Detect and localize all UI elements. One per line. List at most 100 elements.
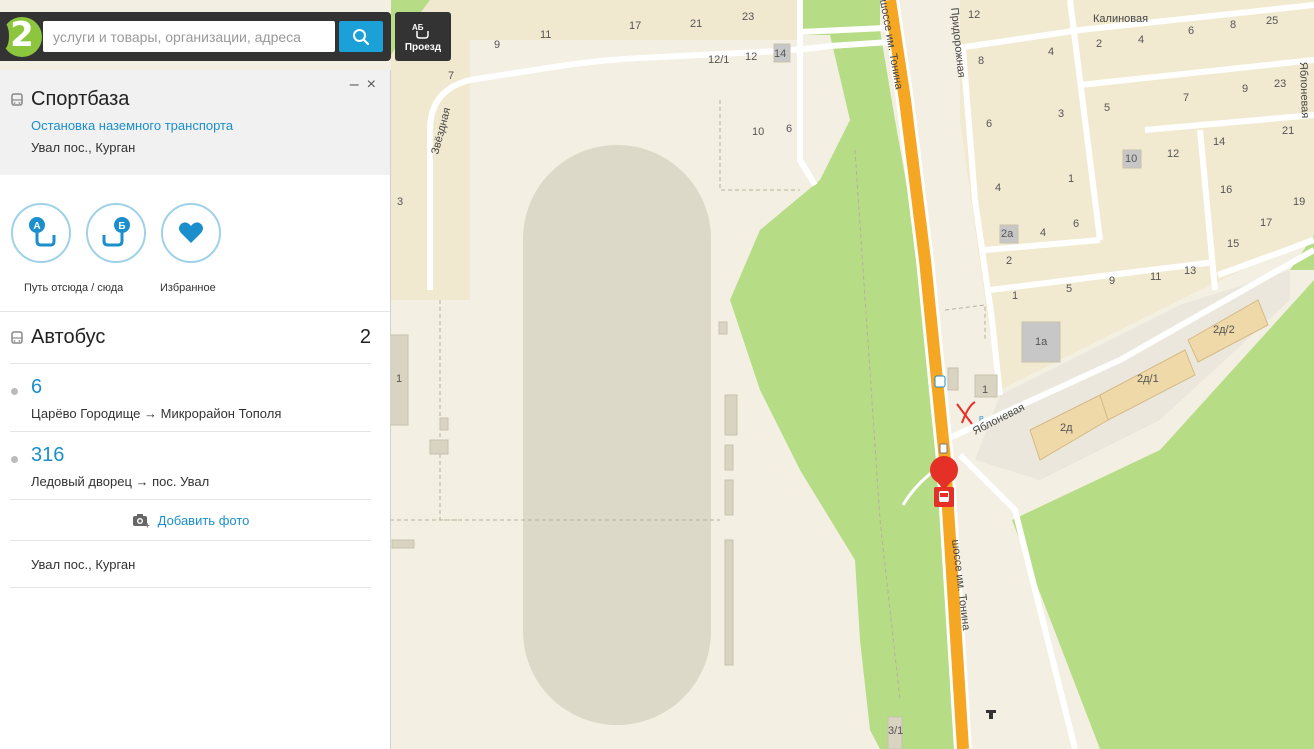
house-number: 8 — [978, 55, 984, 67]
house-number: 4 — [1138, 34, 1144, 46]
house-number: 23 — [1274, 78, 1286, 90]
house-number: 11 — [540, 29, 551, 41]
route-item[interactable]: 6 Царёво Городище → Микрорайон Тополя — [10, 364, 371, 432]
house-number: 2д — [1060, 422, 1073, 434]
house-number: 9 — [494, 39, 500, 51]
house-number: 8 — [1230, 19, 1236, 31]
house-number: 6 — [1073, 218, 1079, 230]
house-number: 10 — [752, 126, 764, 138]
bus-stop-icon[interactable] — [934, 375, 946, 388]
house-number: 9 — [1242, 83, 1248, 95]
house-number: 3 — [397, 196, 403, 208]
house-number: 1 — [1068, 173, 1074, 185]
route-direction: Ледовый дворец → пос. Увал — [31, 474, 210, 489]
house-number: 2д/1 — [1137, 373, 1159, 385]
house-number: 2 — [1096, 38, 1102, 50]
route-number-link[interactable]: 6 — [31, 376, 42, 399]
house-number: 16 — [1220, 184, 1232, 196]
transport-type-label: Автобус — [31, 326, 106, 348]
route-number-link[interactable]: 316 — [31, 444, 64, 467]
favorites-label: Избранное — [160, 282, 216, 294]
info-panel: – × Спортбаза Остановка наземного трансп… — [0, 70, 391, 749]
bus-icon — [11, 92, 23, 106]
svg-text:Б: Б — [118, 221, 125, 232]
house-number: 14 — [774, 48, 786, 60]
route-label: Путь отсюда / сюда — [24, 282, 124, 294]
house-number: 12 — [968, 9, 980, 21]
stadium-track — [523, 145, 711, 725]
street-label-kalinovaya: Калиновая — [1093, 13, 1148, 25]
house-number: 21 — [690, 18, 702, 30]
house-number: 4 — [1040, 227, 1046, 239]
parking-icon: P — [979, 416, 984, 423]
house-number: 1 — [982, 384, 988, 396]
house-number: 2а — [1001, 228, 1014, 240]
house-number: 2д/2 — [1213, 324, 1235, 336]
logo-2gis[interactable]: 2 — [0, 15, 42, 57]
bullet-icon — [11, 388, 18, 395]
house-number: 5 — [1066, 283, 1072, 295]
close-button[interactable]: × — [367, 76, 376, 94]
app-root: 9 11 17 21 23 12/1 12 14 10 6 7 3 1 12 8… — [0, 0, 1314, 749]
add-photo-button[interactable]: + Добавить фото — [10, 500, 371, 541]
house-number: 1 — [396, 373, 402, 385]
route-item[interactable]: 316 Ледовый дворец → пос. Увал — [10, 432, 371, 500]
house-number: 15 — [1227, 238, 1239, 250]
house-number: 6 — [986, 118, 992, 130]
route-to-icon: Б — [102, 217, 130, 247]
page-title: Спортбаза — [31, 88, 130, 110]
svg-text:+: + — [145, 521, 150, 528]
bullet-icon — [11, 456, 18, 463]
footer-address-row: Увал пос., Курган — [10, 541, 371, 588]
actions-section: А Б Путь отсюда / сюда Избранное — [0, 175, 390, 312]
house-number: 12 — [1167, 148, 1179, 160]
stop-address: Увал пос., Курган — [31, 140, 136, 155]
add-photo-label: Добавить фото — [157, 512, 250, 528]
house-number: 3 — [1058, 108, 1064, 120]
house-number: 1а — [1035, 336, 1048, 348]
search-button[interactable] — [339, 21, 383, 52]
house-number: 12/1 — [708, 54, 729, 66]
logo-text: 2 — [10, 15, 34, 55]
search-bar: 2 — [0, 12, 391, 61]
house-number: 6 — [786, 123, 792, 135]
route-to-button[interactable]: Б — [86, 203, 146, 263]
stop-type-link[interactable]: Остановка наземного транспорта — [31, 118, 380, 133]
house-number: 4 — [995, 182, 1001, 194]
house-number: 5 — [1104, 102, 1110, 114]
route-ab-icon: АБ — [412, 23, 429, 39]
street-label-yablonevaya-top: Яблоневая — [1297, 62, 1311, 119]
house-number: 17 — [1260, 217, 1272, 229]
panel-header: – × Спортбаза Остановка наземного трансп… — [0, 70, 390, 175]
route-direction: Царёво Городище → Микрорайон Тополя — [31, 406, 282, 421]
svg-text:А: А — [33, 221, 40, 232]
house-number: 23 — [742, 11, 754, 23]
favorites-button[interactable] — [161, 203, 221, 263]
house-number: 1 — [1012, 290, 1018, 302]
route-button-label: Проезд — [404, 41, 442, 53]
house-number: 2 — [1006, 255, 1012, 267]
panel-controls: – × — [350, 76, 376, 94]
house-number: 7 — [448, 70, 454, 82]
house-number: 10 — [1125, 153, 1137, 165]
route-from-button[interactable]: А — [11, 203, 71, 263]
camera-icon: + — [132, 513, 150, 528]
transport-header: Автобус 2 — [10, 312, 371, 364]
house-number: 14 — [1213, 136, 1225, 148]
house-number: 11 — [1150, 271, 1161, 283]
house-number: 6 — [1188, 25, 1194, 37]
heart-icon — [179, 222, 203, 243]
house-number: 17 — [629, 20, 641, 32]
footer-address: Увал пос., Курган — [31, 557, 136, 572]
minimize-button[interactable]: – — [350, 76, 359, 94]
svg-text:АБ: АБ — [412, 23, 424, 32]
title-row: Спортбаза — [10, 88, 380, 111]
house-number: 25 — [1266, 15, 1278, 27]
house-number: 19 — [1293, 196, 1305, 208]
house-number: 12 — [745, 51, 757, 63]
search-input[interactable] — [43, 21, 335, 52]
house-number: 9 — [1109, 275, 1115, 287]
bus-icon — [11, 331, 23, 344]
stop-marker-icon — [939, 443, 948, 454]
route-button[interactable]: АБ Проезд — [395, 12, 451, 61]
